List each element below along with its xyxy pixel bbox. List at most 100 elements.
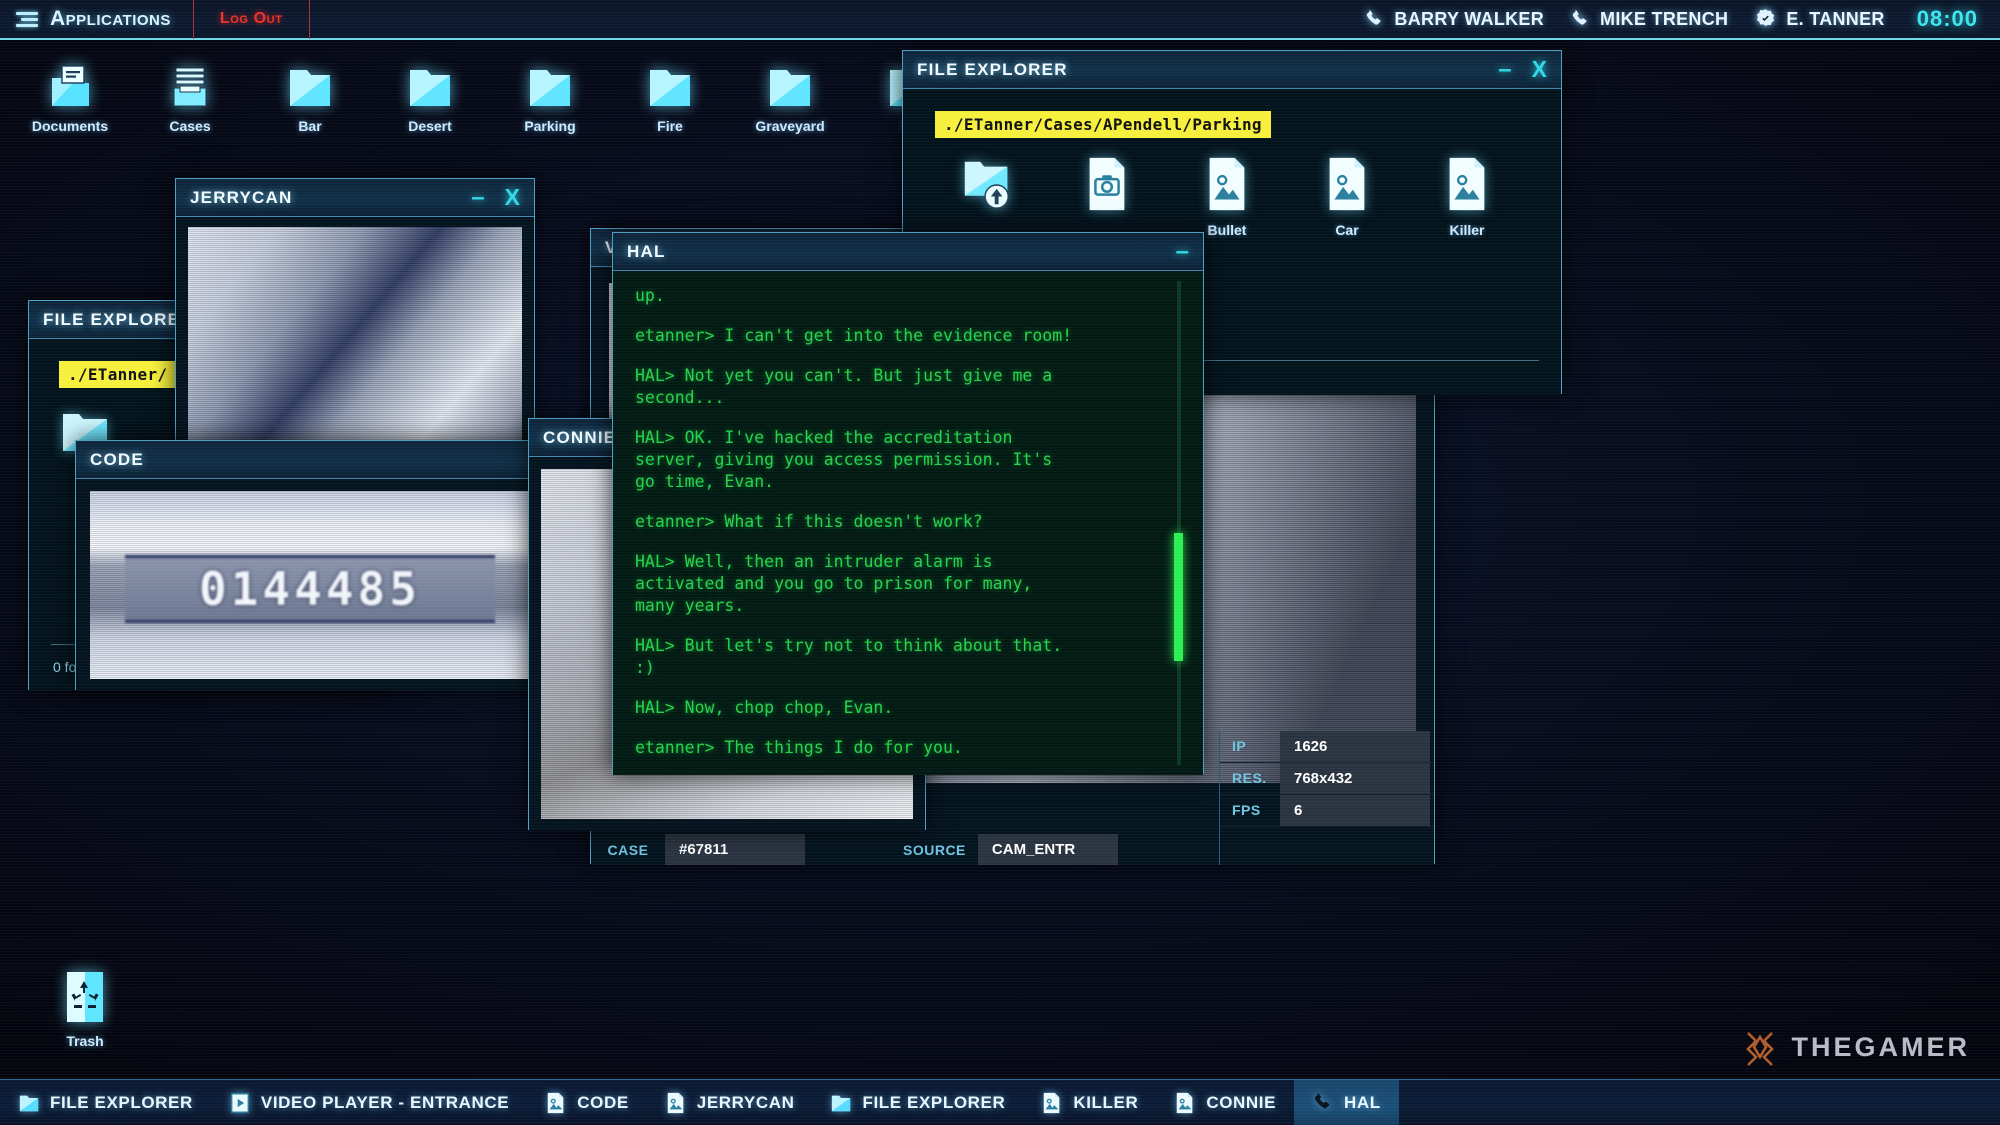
hamburger-icon: [16, 11, 38, 27]
window-title: FILE EXPLORER: [43, 309, 194, 329]
clock: 08:00: [1916, 6, 1978, 31]
taskbar-item-file-explorer-2[interactable]: FILE EXPLORER: [812, 1080, 1023, 1125]
file-label: Car: [1335, 222, 1359, 238]
taskbar-item-video-player-entrance[interactable]: VIDEO PLAYER - ENTRANCE: [211, 1080, 527, 1125]
close-button[interactable]: X: [1532, 56, 1547, 83]
phone-icon: [1572, 9, 1587, 25]
desktop-icon-cases[interactable]: Cases: [130, 62, 250, 134]
topbar-right: BARRY WALKER MIKE TRENCH E. TANNER 08:00: [1364, 6, 2000, 32]
desktop-icon-graveyard[interactable]: Graveyard: [730, 62, 850, 134]
taskbar-label: JERRYCAN: [696, 1092, 795, 1112]
window-jerrycan[interactable]: JERRYCAN – X: [175, 178, 535, 469]
phone-icon: [1367, 9, 1381, 25]
desktop-screen: Applications Log out BARRY WALKER MIKE T…: [0, 0, 2000, 1125]
file-item-camera[interactable]: [1047, 156, 1167, 238]
user-name: E. TANNER: [1786, 8, 1885, 29]
window-title: CONNIE: [543, 427, 617, 447]
image-file-icon: [1449, 157, 1485, 211]
desktop-icon-label: Graveyard: [755, 118, 825, 134]
terminal-line: etanner> What if this doesn't work?: [635, 512, 983, 531]
folder-icon: [530, 70, 570, 106]
window-title: FILE EXPLORER: [917, 59, 1068, 79]
terminal-line: etanner> The things I do for you.: [635, 738, 963, 757]
file-item-car[interactable]: Car: [1287, 156, 1407, 238]
scrollbar-thumb[interactable]: [1174, 533, 1183, 661]
logout-button[interactable]: Log out: [194, 0, 310, 39]
taskbar-item-code[interactable]: CODE: [527, 1080, 647, 1125]
video-stats-panel: IP 1626 RES. 768x432 FPS 6: [1219, 731, 1434, 865]
terminal-output[interactable]: up. etanner> I can't get into the eviden…: [613, 271, 1203, 775]
meta-value-ip: 1626: [1280, 731, 1430, 762]
applications-label: Applications: [50, 7, 171, 30]
desktop-icon-parking[interactable]: Parking: [490, 62, 610, 134]
window-titlebar[interactable]: HAL –: [613, 233, 1203, 271]
desktop-icon-desert[interactable]: Desert: [370, 62, 490, 134]
image-file-icon: [667, 1092, 684, 1113]
desktop-icon-bar[interactable]: Bar: [250, 62, 370, 134]
desktop-icon-fire[interactable]: Fire: [610, 62, 730, 134]
cases-drawer-icon: [173, 67, 207, 107]
window-titlebar[interactable]: FILE EXPLORER – X: [903, 51, 1561, 89]
license-plate-image: 0144485: [90, 491, 530, 679]
taskbar-label: HAL: [1344, 1092, 1381, 1112]
meta-key-case: CASE: [607, 841, 649, 858]
desktop-icon-label: Documents: [31, 118, 109, 134]
watermark: THEGAMER: [1740, 1027, 1971, 1067]
watermark-text: THEGAMER: [1791, 1031, 1970, 1062]
terminal-line: HAL> Well, then an intruder alarm is act…: [635, 552, 1033, 615]
folder-icon: [410, 70, 450, 106]
image-file-icon: [1209, 157, 1245, 211]
play-icon: [230, 1092, 249, 1113]
trash-label: Trash: [66, 1033, 104, 1049]
scrollbar-track[interactable]: [1177, 281, 1181, 765]
taskbar-item-jerrycan[interactable]: JERRYCAN: [647, 1080, 813, 1125]
path-chip[interactable]: ./ETanner/Cases/APendell/Parking: [935, 111, 1271, 138]
minimize-button[interactable]: –: [1176, 239, 1189, 263]
taskbar-item-connie[interactable]: CONNIE: [1156, 1080, 1294, 1125]
desktop-icon-documents[interactable]: Documents: [10, 62, 130, 134]
phone-icon: [1314, 1092, 1330, 1108]
taskbar-item-file-explorer-1[interactable]: FILE EXPLORER: [0, 1080, 211, 1125]
file-label: Killer: [1449, 222, 1485, 238]
window-title: JERRYCAN: [190, 187, 293, 207]
user-e-tanner[interactable]: E. TANNER: [1754, 8, 1884, 31]
meta-key-source: SOURCE: [903, 841, 966, 858]
top-bar: Applications Log out BARRY WALKER MIKE T…: [0, 0, 2000, 40]
window-titlebar[interactable]: JERRYCAN – X: [176, 179, 534, 217]
desktop-icon-label: Cases: [169, 118, 211, 134]
desktop-icon-trash[interactable]: Trash: [30, 968, 140, 1049]
minimize-button[interactable]: –: [471, 185, 484, 209]
taskbar-label: CONNIE: [1206, 1092, 1277, 1112]
image-file-icon: [1329, 157, 1365, 211]
folder-up-icon: [964, 161, 1009, 209]
terminal-line: etanner> I can't get into the evidence r…: [635, 326, 1073, 345]
window-hal[interactable]: HAL – up. etanner> I can't get into the …: [612, 232, 1204, 775]
file-list: Bullet Car Killer: [903, 138, 1561, 238]
file-item-killer[interactable]: Killer: [1407, 156, 1527, 238]
desktop-icon-row: Documents Cases Bar Desert Parking Fire …: [10, 62, 970, 134]
minimize-button[interactable]: –: [1498, 57, 1511, 81]
taskbar-item-killer[interactable]: KILLER: [1023, 1080, 1156, 1125]
file-item-up[interactable]: [927, 156, 1047, 238]
logout-label: Log out: [219, 10, 283, 27]
applications-menu-button[interactable]: Applications: [0, 0, 194, 39]
meta-key-ip: IP: [1232, 738, 1247, 754]
terminal-line: HAL> But let's try not to think about th…: [635, 636, 1063, 677]
desktop-icon-label: Parking: [524, 118, 576, 134]
taskbar-label: FILE EXPLORER: [862, 1092, 1006, 1112]
meta-value-case: #67811: [665, 834, 805, 865]
taskbar-item-hal[interactable]: HAL: [1294, 1080, 1399, 1125]
close-button[interactable]: X: [505, 184, 520, 211]
desktop-icon-label: Bar: [298, 118, 322, 134]
taskbar: FILE EXPLORER VIDEO PLAYER - ENTRANCE CO…: [0, 1079, 2000, 1125]
path-chip[interactable]: ./ETanner/: [59, 361, 177, 388]
file-item-bullet[interactable]: Bullet: [1167, 156, 1287, 238]
window-titlebar[interactable]: CODE: [76, 441, 544, 479]
contact-mike-trench[interactable]: MIKE TRENCH: [1570, 9, 1728, 30]
window-title: HAL: [627, 241, 666, 261]
terminal-line: up.: [635, 286, 665, 305]
contact-barry-walker[interactable]: BARRY WALKER: [1364, 9, 1544, 30]
folder-icon: [19, 1095, 39, 1111]
window-code[interactable]: CODE 0144485: [75, 440, 545, 691]
terminal-line: HAL> Not yet you can't. But just give me…: [635, 366, 1053, 407]
